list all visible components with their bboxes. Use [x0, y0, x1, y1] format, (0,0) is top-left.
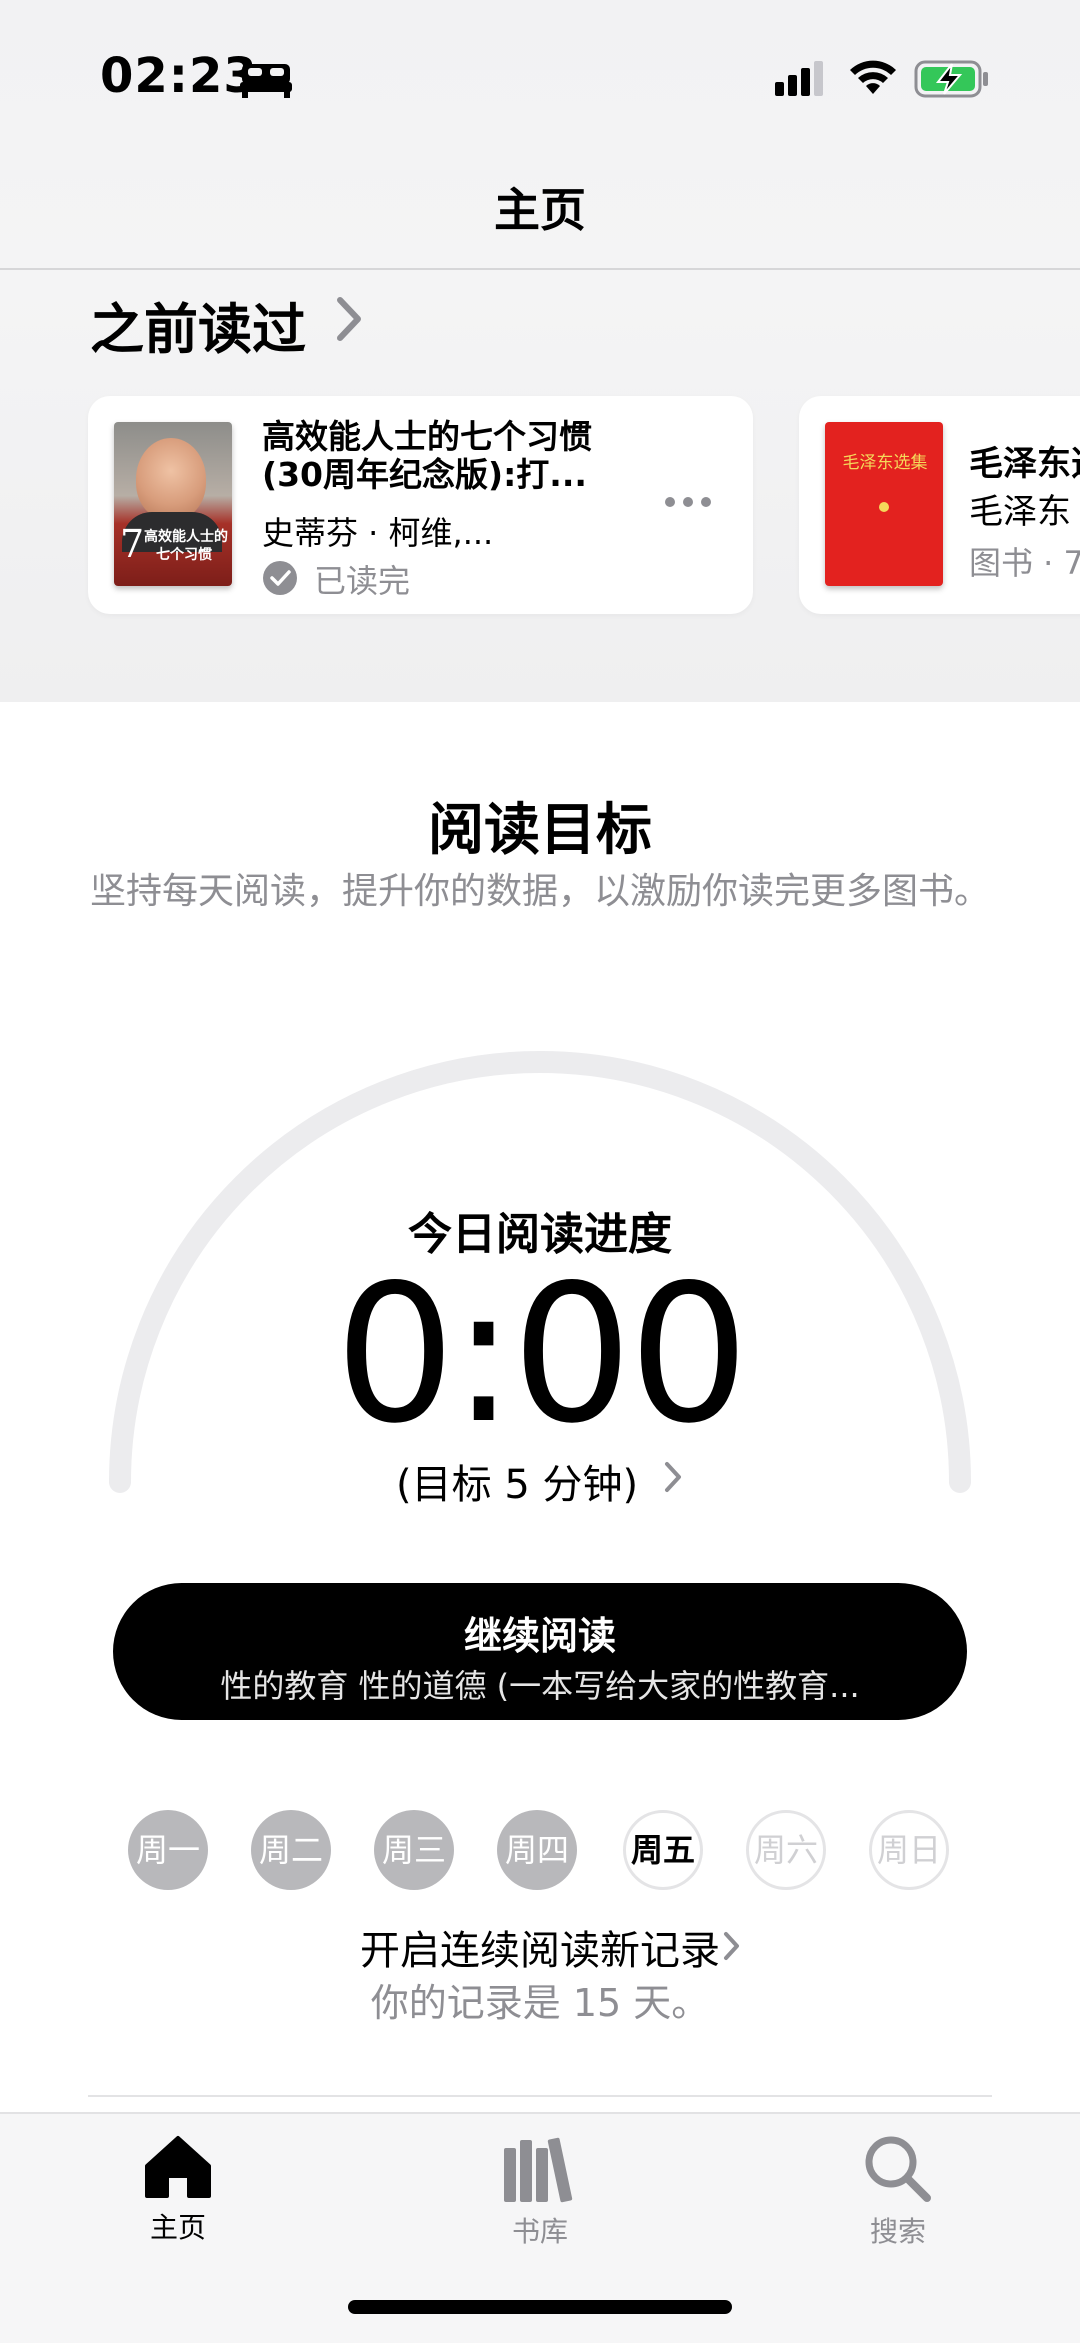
book-author: 史蒂芬 · 柯维,... [262, 514, 494, 552]
book-card[interactable]: 7 高效能人士的 七个习惯 高效能人士的七个习惯(30周年纪念版):打... 史… [88, 396, 753, 614]
status-time: 02:23 [100, 48, 258, 104]
streak-subtitle: 你的记录是 15 天。 [370, 1981, 710, 2025]
content-divider [88, 2095, 992, 2097]
book-meta: 图书 · 7 [969, 544, 1080, 582]
more-icon[interactable] [663, 492, 713, 512]
search-icon [865, 2136, 931, 2202]
chevron-right-icon[interactable] [662, 1460, 684, 1494]
book-author: 毛泽东 [969, 492, 1071, 532]
signal-icon [775, 61, 823, 96]
progress-time: 0:00 [334, 1244, 750, 1465]
continue-reading-label: 继续阅读 [463, 1614, 616, 1658]
day-monday: 周一 [128, 1810, 208, 1890]
previously-read-header[interactable]: 之前读过 [90, 285, 306, 364]
checkmark-circle-icon [263, 561, 297, 595]
chevron-right-icon[interactable] [722, 1930, 742, 1962]
page-title: 主页 [494, 183, 586, 237]
battery-charging-icon [914, 60, 988, 98]
chevron-right-icon[interactable] [334, 294, 364, 344]
cover-title: 毛泽东选集 [842, 453, 928, 473]
cover-text: 高效能人士的 [144, 529, 228, 545]
home-icon [145, 2136, 211, 2198]
nav-divider [0, 268, 1080, 270]
continue-reading-book: 性的教育 性的道德 (一本写给大家的性教育... [220, 1667, 860, 1705]
book-cover[interactable]: 毛泽东选集 [825, 422, 943, 586]
day-friday: 周五 [623, 1810, 703, 1890]
book-status: 已读完 [314, 562, 411, 600]
tab-library[interactable]: 书库 [440, 2134, 640, 2250]
cover-number: 7 [120, 522, 145, 566]
book-title: 高效能人士的七个习惯(30周年纪念版):打... [262, 417, 592, 494]
day-thursday: 周四 [497, 1810, 577, 1890]
bed-icon [240, 64, 292, 98]
streak-title[interactable]: 开启连续阅读新记录 [0, 1918, 1080, 1976]
day-sunday: 周日 [869, 1810, 949, 1890]
wifi-icon [850, 60, 896, 94]
reading-goals-title: 阅读目标 [428, 798, 652, 863]
home-indicator [348, 2300, 732, 2314]
tab-search[interactable]: 搜索 [798, 2134, 998, 2250]
continue-reading-button[interactable]: 继续阅读 性的教育 性的道德 (一本写给大家的性教育... [113, 1583, 967, 1720]
tab-label: 书库 [511, 2215, 568, 2248]
day-tuesday: 周二 [251, 1810, 331, 1890]
tab-home[interactable]: 主页 [78, 2134, 278, 2246]
reading-goals-description: 坚持每天阅读，提升你的数据，以激励你读完更多图书。 [89, 871, 990, 912]
cover-text: 七个习惯 [156, 547, 212, 563]
day-saturday: 周六 [746, 1810, 826, 1890]
cover-emblem [879, 502, 889, 512]
book-cover[interactable]: 7 高效能人士的 七个习惯 [114, 422, 232, 586]
goal-setting[interactable]: (目标 5 分钟) [396, 1452, 638, 1510]
tab-label: 搜索 [869, 2215, 926, 2248]
cover-portrait [136, 438, 206, 520]
book-title: 毛泽东选 [969, 444, 1080, 484]
book-card[interactable]: 毛泽东选集 毛泽东选 毛泽东 图书 · 7 [799, 396, 1080, 614]
library-icon [504, 2137, 573, 2203]
day-wednesday: 周三 [374, 1810, 454, 1890]
tab-label: 主页 [149, 2211, 206, 2244]
